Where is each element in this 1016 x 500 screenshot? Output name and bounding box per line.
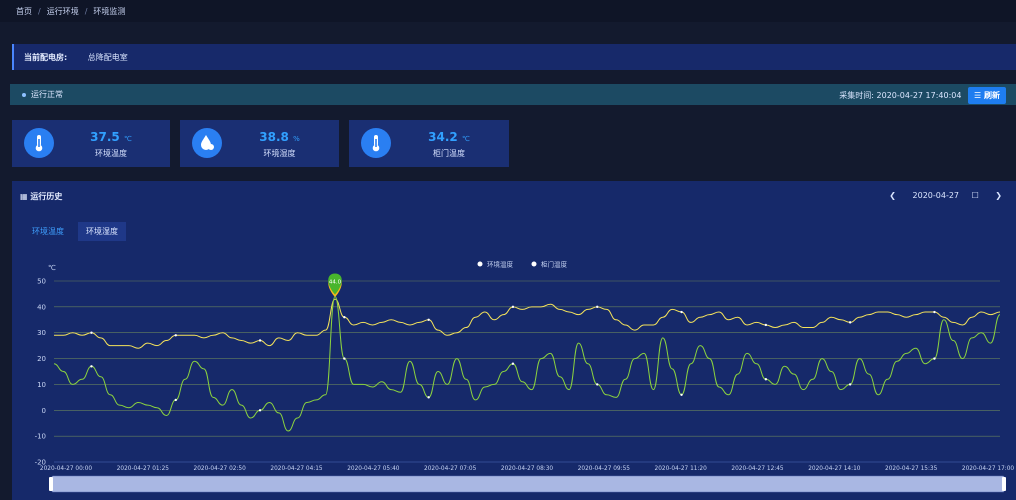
- data-point: [848, 321, 852, 324]
- y-tick-label: 0: [42, 407, 46, 415]
- x-tick-label: 2020-04-27 01:25: [117, 466, 170, 472]
- data-point: [596, 383, 599, 386]
- y-axis-label: ℃: [48, 264, 56, 272]
- history-chart: -20-1001020304050℃2020-04-27 00:00 2020-0…: [35, 260, 1015, 493]
- zoom-handle-right[interactable]: [1002, 477, 1006, 491]
- data-point: [258, 409, 262, 412]
- x-tick-label: 2020-04-27 17:00: [962, 466, 1015, 472]
- zoom-handle-left[interactable]: [49, 477, 53, 491]
- x-tick-label: 2020-04-27 14:10: [808, 466, 861, 472]
- data-point: [680, 393, 683, 396]
- x-tick-label: 2020-04-27 12:45: [731, 466, 784, 472]
- y-tick-label: 20: [37, 355, 46, 363]
- x-tick-label: 2020-04-27 15:35: [885, 466, 938, 472]
- y-tick-label: 50: [37, 278, 46, 286]
- y-tick-label: 40: [37, 303, 46, 311]
- data-point: [427, 318, 430, 321]
- x-tick-label: 2020-04-27 04:15: [270, 466, 323, 472]
- x-tick-label: 2020-04-27 00:00: [40, 466, 93, 472]
- data-point: [427, 396, 430, 399]
- x-tick-label: 2020-04-27 09:55: [578, 466, 631, 472]
- legend-item: 环境温度: [487, 260, 514, 269]
- data-point: [90, 331, 93, 334]
- x-tick-label: 2020-04-27 07:05: [424, 466, 477, 472]
- data-point: [764, 323, 768, 327]
- legend-item: 柜门温度: [541, 260, 568, 269]
- max-marker-label: 44.0: [329, 280, 342, 286]
- legend-marker: [531, 261, 537, 267]
- data-point: [90, 365, 93, 368]
- data-point: [343, 316, 346, 319]
- data-point: [511, 362, 515, 365]
- series-line: [53, 295, 1001, 432]
- series-line: [54, 298, 1001, 349]
- x-tick-label: 2020-04-27 08:30: [501, 466, 554, 472]
- zoom-slider-track: [51, 475, 1005, 493]
- data-point: [596, 305, 599, 309]
- data-point: [764, 378, 768, 381]
- x-tick-label: 2020-04-27 02:50: [194, 466, 247, 472]
- data-point: [680, 310, 683, 314]
- data-point: [258, 339, 262, 342]
- x-tick-label: 2020-04-27 05:40: [347, 466, 400, 472]
- y-tick-label: 10: [37, 381, 46, 389]
- data-point: [343, 357, 346, 360]
- data-point: [933, 357, 936, 360]
- x-tick-label: 2020-04-27 11:20: [655, 466, 708, 472]
- y-tick-label: 30: [37, 329, 46, 337]
- data-point: [933, 310, 936, 314]
- data-point: [511, 305, 515, 309]
- data-point: [848, 383, 852, 386]
- legend-marker: [477, 261, 483, 267]
- data-point: [174, 398, 177, 402]
- data-point: [174, 334, 177, 337]
- y-tick-label: -10: [35, 433, 46, 441]
